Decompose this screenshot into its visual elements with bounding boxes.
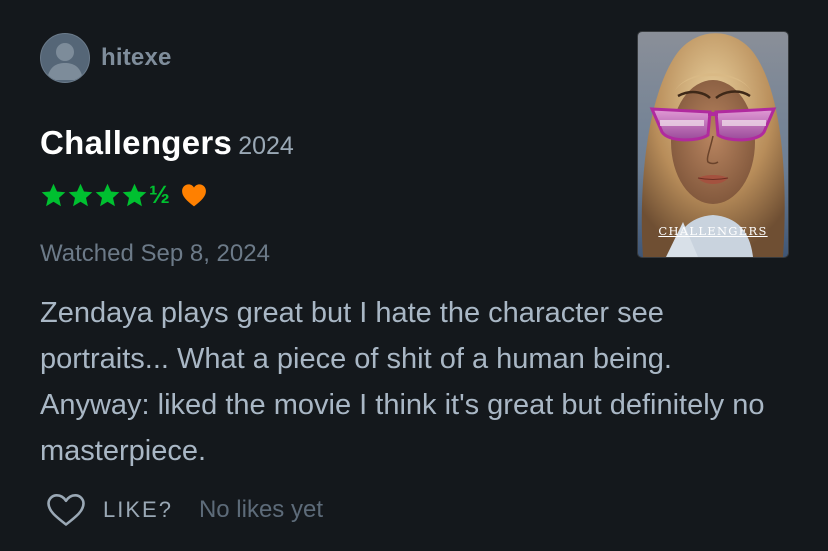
half-star: ½ <box>149 180 170 209</box>
watched-date: Watched Sep 8, 2024 <box>40 240 270 267</box>
like-button[interactable]: LIKE? <box>103 497 173 523</box>
avatar[interactable] <box>40 33 90 83</box>
star-icon <box>95 183 120 206</box>
likes-count: No likes yet <box>198 496 323 523</box>
heart-filled-icon <box>181 184 206 207</box>
user-avatar-icon <box>47 43 83 80</box>
star-icon <box>68 183 93 206</box>
star-icon <box>122 183 147 206</box>
heart-outline-icon[interactable] <box>46 493 86 527</box>
film-title-link[interactable]: Challengers <box>40 124 232 161</box>
username-link[interactable]: hitexe <box>101 44 172 72</box>
star-icon <box>41 183 66 206</box>
star-rating: ½ <box>40 180 207 210</box>
like-bar: LIKE? No likes yet <box>46 492 323 528</box>
film-poster[interactable]: CHALLENGERS <box>638 32 788 257</box>
poster-title: CHALLENGERS <box>658 224 768 238</box>
review-text: Zendaya plays great but I hate the chara… <box>40 297 765 467</box>
film-year-link[interactable]: 2024 <box>238 132 294 160</box>
film-heading: Challengers 2024 <box>40 124 294 162</box>
